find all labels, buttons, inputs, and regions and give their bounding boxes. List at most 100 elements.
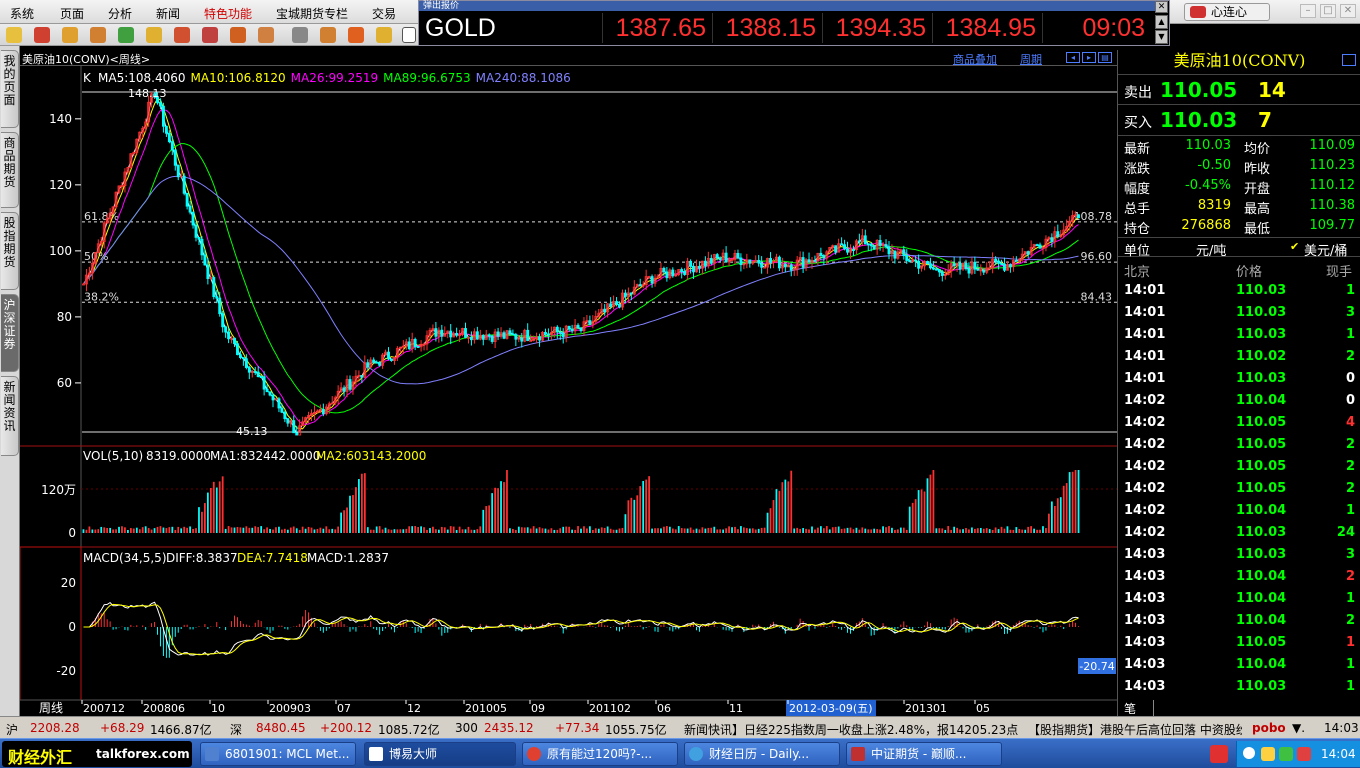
candle-body [997, 260, 1000, 264]
logo-text: 财经外汇 [8, 748, 73, 767]
menu-item-news[interactable]: 新闻 [156, 5, 180, 22]
x-axis-label: 周线 [39, 701, 63, 715]
tray-arrow-icon[interactable] [1243, 747, 1255, 759]
task-zhongzheng[interactable]: 中证期货 - 巅顺... [846, 742, 1002, 766]
home-icon[interactable] [34, 27, 50, 43]
menu-item-page[interactable]: 页面 [60, 5, 84, 22]
candle-body [917, 260, 921, 269]
candle-body [976, 268, 980, 271]
menu-item-features[interactable]: 特色功能 [204, 5, 252, 22]
candle-body [182, 175, 186, 194]
candle-body [286, 418, 290, 424]
nav-tab-index-futures[interactable]: 股指期货 [1, 212, 19, 290]
macd-tick-neg20: -20 [56, 664, 76, 678]
sz-amount: 1085.72亿 [378, 723, 440, 737]
maximize-icon[interactable]: □ [1320, 4, 1336, 18]
calendar-icon[interactable] [376, 27, 392, 43]
tray-volume-icon[interactable] [1297, 747, 1311, 761]
refresh-icon[interactable] [118, 27, 134, 43]
expand-icon[interactable] [1342, 54, 1356, 66]
sell-row: 卖出 110.05 14 [1118, 74, 1360, 104]
status-time: 14:03 [1324, 721, 1359, 735]
tick-price: 110.04 [1236, 591, 1287, 606]
tick-row: 14:02 110.03 24 [1118, 522, 1360, 544]
zoom-out-icon[interactable] [174, 27, 190, 43]
menu-item-trade[interactable]: 交易 [372, 5, 396, 22]
nav-tab-my-page[interactable]: 我的页面 [1, 50, 19, 128]
tick-price: 110.03 [1236, 371, 1287, 386]
nav-tab-news[interactable]: 新闻资讯 [1, 376, 19, 456]
news-ticker[interactable]: 新闻快讯】日经225指数周一收盘上涨2.48%，报14205.23点 [684, 717, 1026, 738]
candle-body [292, 420, 296, 434]
macd-diff-line [83, 601, 1079, 656]
window-icon[interactable] [202, 27, 218, 43]
minimize-icon[interactable]: – [1300, 4, 1316, 18]
layout-icon[interactable]: ▤ [1098, 52, 1112, 63]
task-boyi[interactable]: 博易大师 [364, 742, 516, 766]
zoom-in-icon[interactable] [146, 27, 162, 43]
quote-popup-title: 弹出报价 [419, 1, 1159, 11]
tick-time: 14:02 [1124, 459, 1166, 474]
ma-line [83, 175, 1079, 385]
nav-tab-commodity[interactable]: 商品期货 [1, 132, 19, 208]
news-ticker-2[interactable]: 【股指期货】港股午后高位回落 中资股纷 [1028, 717, 1242, 738]
tick-price: 110.02 [1236, 349, 1287, 364]
candle-body [609, 303, 613, 307]
heart-link-button[interactable]: 心连心 [1184, 3, 1270, 21]
candle-body [807, 259, 811, 263]
scroll-down-icon[interactable]: ▼ [1155, 30, 1168, 44]
back-icon[interactable] [6, 27, 22, 43]
start-logo[interactable]: 财经外汇 talkforex.com [2, 741, 192, 767]
next-icon[interactable]: ▸ [1082, 52, 1096, 63]
tick-price: 110.03 [1236, 305, 1287, 320]
candle-body [200, 238, 204, 256]
menu-item-system[interactable]: 系统 [10, 5, 34, 22]
stat-label: 总手 [1124, 202, 1151, 217]
quote-symbol[interactable]: GOLD [419, 13, 603, 43]
stat-label: 均价 [1244, 142, 1271, 157]
tray-clock: 14:04 [1321, 747, 1356, 761]
ma-legend: MA5:108.4060 MA10:106.8120 MA26:99.2519 MA8… [98, 71, 571, 85]
list-icon[interactable] [292, 27, 308, 43]
tick-row: 14:03 110.04 1 [1118, 588, 1360, 610]
candle-body [440, 329, 444, 337]
window-close-icon[interactable]: ✕ [1340, 4, 1356, 18]
unit-alt[interactable]: 美元/桶 [1304, 240, 1347, 259]
ma-legend-item: MA89:96.6753 [383, 71, 471, 85]
menu-item-column[interactable]: 宝城期货专栏 [276, 5, 348, 22]
task-chrome[interactable]: 原有能过120吗?-... [522, 742, 678, 766]
candle-body [176, 164, 180, 178]
tick-icon[interactable] [348, 27, 364, 43]
candle-body [253, 371, 257, 373]
side-instrument-name: 美原油10(CONV) [1118, 50, 1360, 72]
task-calendar[interactable]: 财经日历 - Daily... [684, 742, 840, 766]
overlay-link[interactable]: 商品叠加 [953, 51, 997, 67]
nav-tab-securities[interactable]: 沪深证券 [1, 294, 19, 372]
candle-body [265, 388, 269, 393]
folder-icon[interactable] [62, 27, 78, 43]
tray-network-icon[interactable] [1279, 747, 1293, 761]
candle-body [259, 376, 263, 379]
notes-icon[interactable] [320, 27, 336, 43]
stat-label: 最低 [1244, 222, 1271, 237]
tick-volume: 1 [1345, 283, 1355, 298]
book-icon[interactable] [90, 27, 106, 43]
candle-body [931, 267, 935, 270]
prev-icon[interactable]: ◂ [1066, 52, 1080, 63]
pen-icon[interactable] [230, 27, 246, 43]
period-link[interactable]: 周期 [1020, 51, 1042, 67]
tool-icon[interactable] [258, 27, 274, 43]
close-icon[interactable]: ✕ [1155, 1, 1168, 13]
kline-chart[interactable]: K MA5:108.4060 MA10:106.8120 MA26:99.2519 M… [20, 66, 1117, 716]
tick-tab[interactable]: 笔 [1124, 700, 1154, 716]
stat-value: 110.09 [1309, 138, 1356, 153]
panel-icon[interactable] [402, 27, 416, 43]
candle-body [671, 269, 675, 277]
scroll-up-icon[interactable]: ▲ [1155, 15, 1168, 29]
stat-label: 最新 [1124, 142, 1151, 157]
task-mcl[interactable]: 6801901: MCL Met... [200, 742, 356, 766]
tray-s-icon[interactable] [1210, 745, 1228, 763]
tick-time: 14:03 [1124, 613, 1166, 628]
menu-item-analysis[interactable]: 分析 [108, 5, 132, 22]
tray-app-icon[interactable] [1261, 747, 1275, 761]
